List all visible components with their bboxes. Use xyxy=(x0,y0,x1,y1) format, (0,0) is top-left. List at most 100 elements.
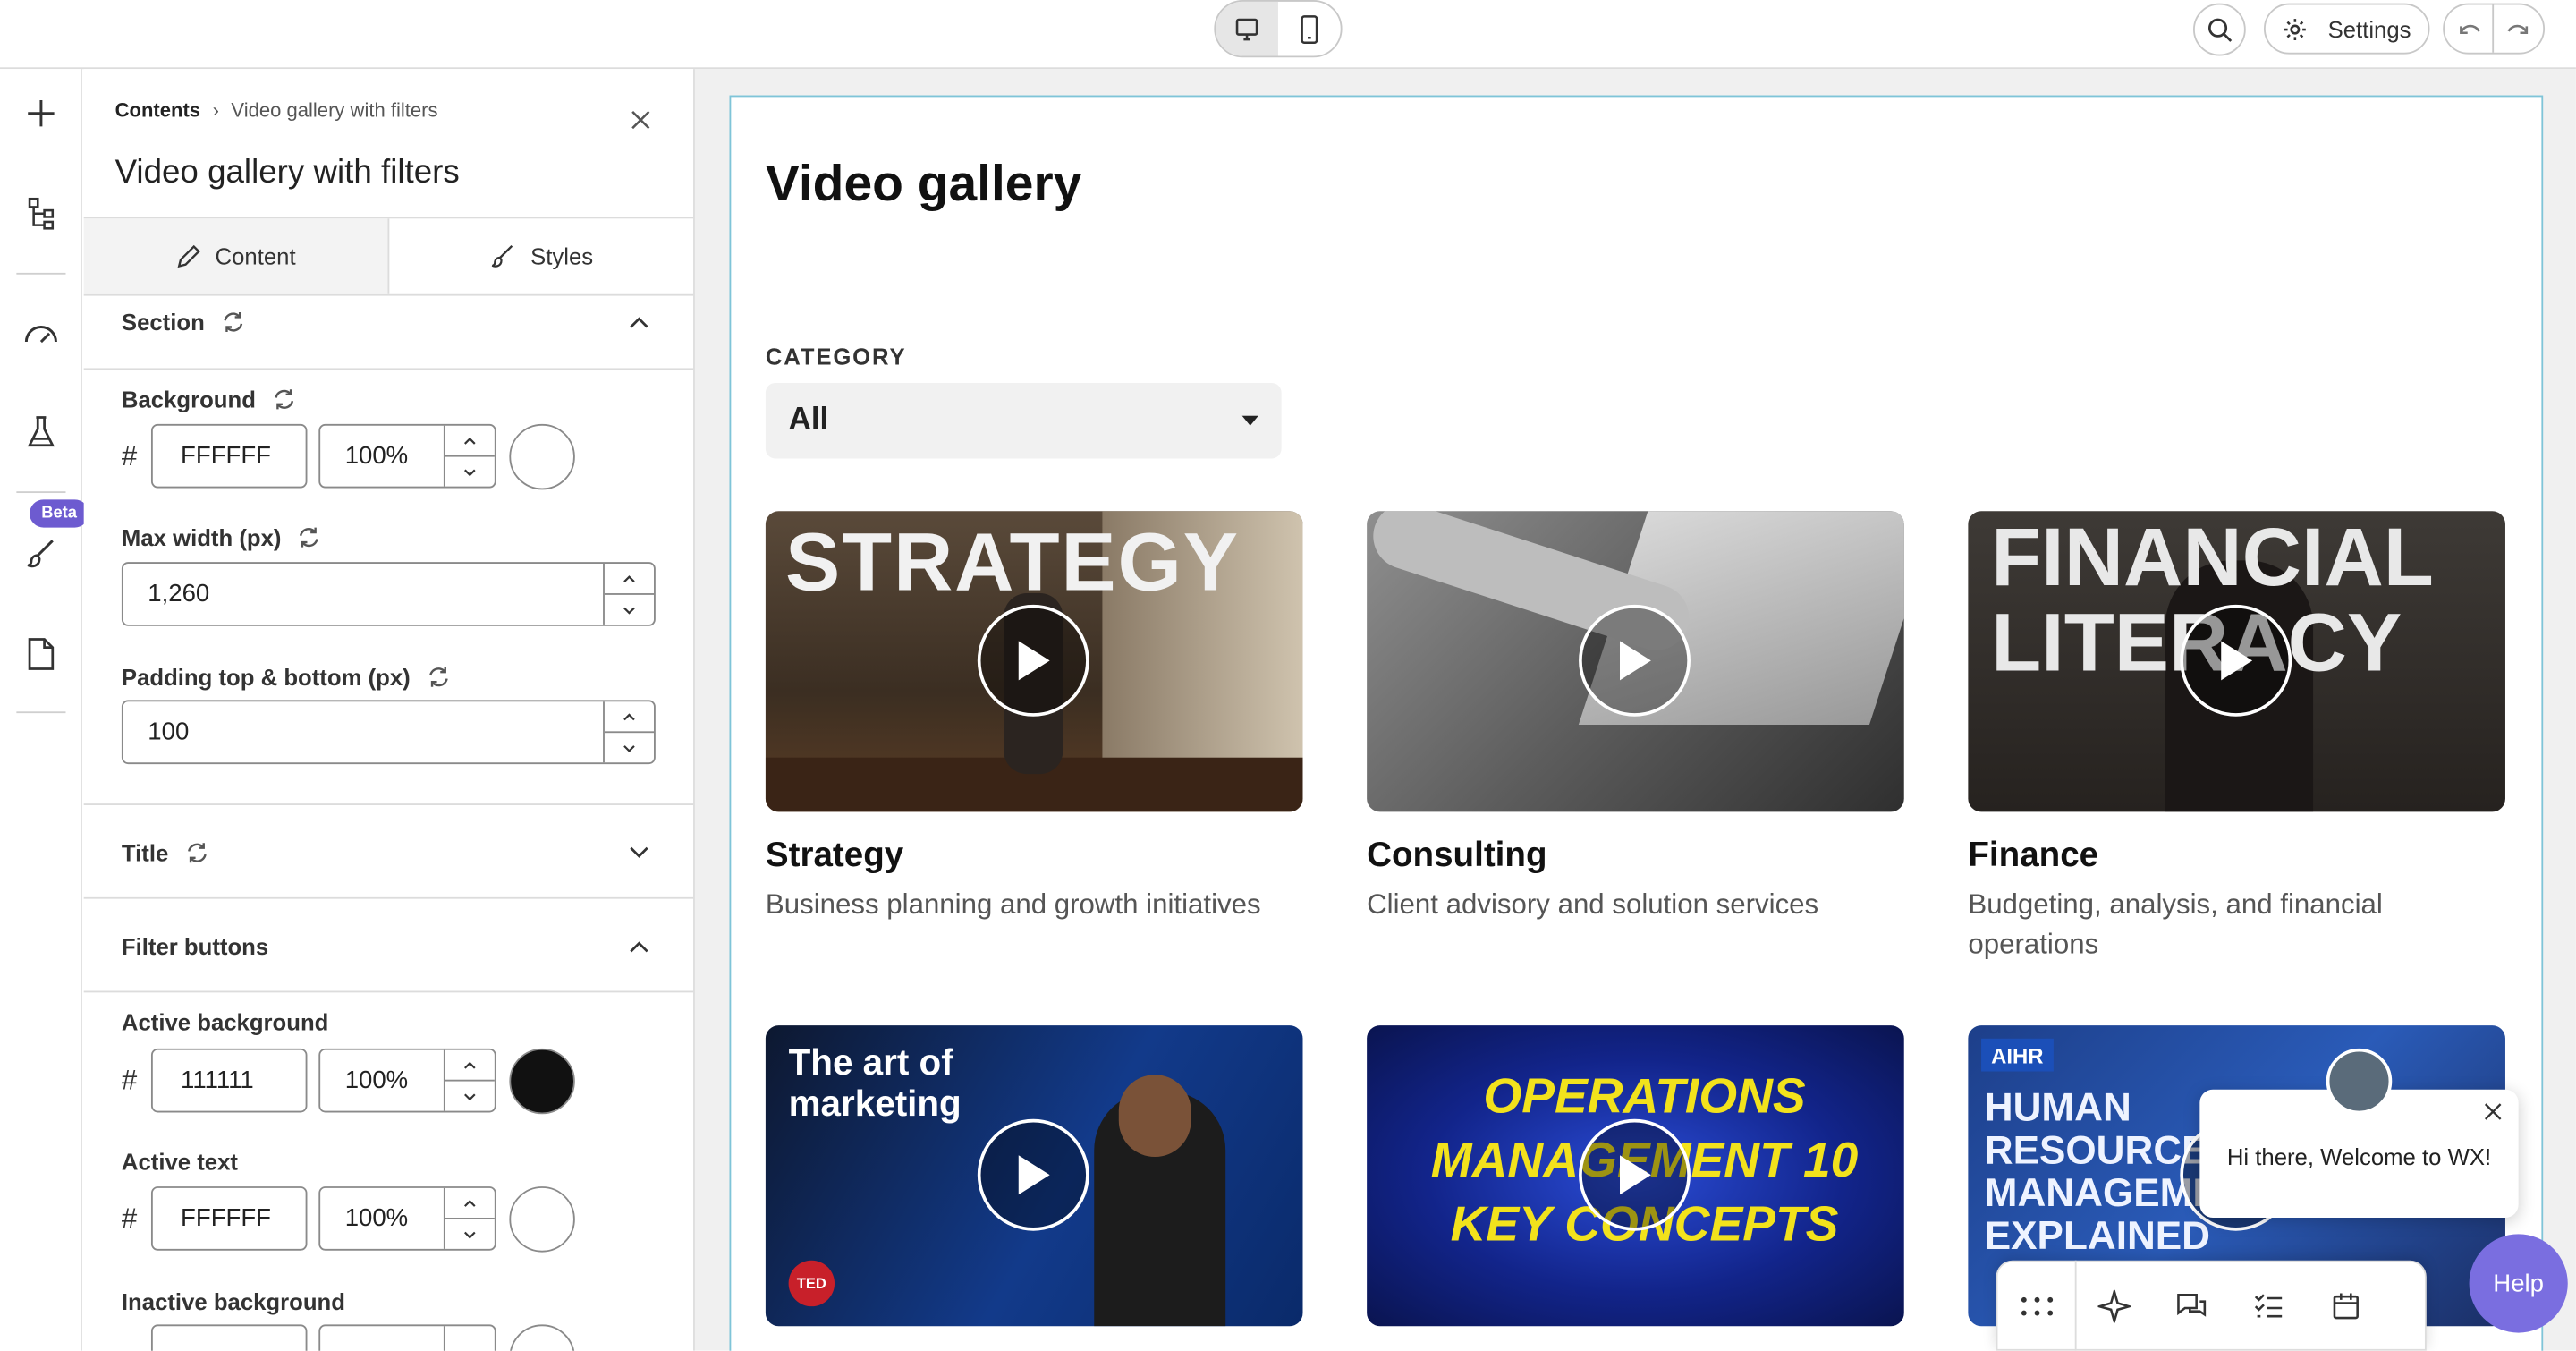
category-select[interactable]: All xyxy=(765,382,1282,459)
background-hex-input[interactable]: FFFFFF xyxy=(150,423,308,489)
background-opacity-input[interactable]: 100% xyxy=(318,423,496,489)
chevron-down-icon xyxy=(464,1230,476,1238)
background-label-row: Background xyxy=(122,387,295,412)
test-button[interactable] xyxy=(21,412,61,452)
structure-button[interactable] xyxy=(21,194,61,234)
search-button[interactable] xyxy=(2192,3,2246,56)
desktop-view-button[interactable] xyxy=(1216,1,1278,56)
play-button[interactable] xyxy=(2180,604,2292,717)
video-card[interactable]: The art of marketing TED xyxy=(765,1025,1303,1327)
max-width-value[interactable]: 1,260 xyxy=(123,563,605,625)
video-thumbnail[interactable]: OPERATIONS MANAGEMENT 10 KEY CONCEPTS xyxy=(1367,1025,1904,1327)
background-opacity-value[interactable]: 100% xyxy=(320,425,445,487)
stepper-up[interactable] xyxy=(604,564,655,595)
play-button[interactable] xyxy=(1579,604,1690,717)
active-text-label: Active text xyxy=(121,1148,238,1176)
tab-content[interactable]: Content xyxy=(83,218,390,294)
background-color-swatch[interactable] xyxy=(509,423,575,490)
stepper-up[interactable] xyxy=(445,426,495,457)
toolbar-tasks-button[interactable] xyxy=(2229,1261,2306,1351)
inactive-background-hex-input[interactable] xyxy=(150,1324,308,1351)
close-chat-bubble-button[interactable] xyxy=(2484,1102,2502,1120)
stepper-down[interactable] xyxy=(445,1082,495,1111)
padding-label-row: Padding top & bottom (px) xyxy=(122,664,450,690)
mobile-view-button[interactable] xyxy=(1278,2,1341,56)
active-background-opacity-value[interactable]: 100% xyxy=(320,1049,445,1111)
brush-tool-button[interactable] xyxy=(21,534,61,574)
reset-icon[interactable] xyxy=(221,310,244,334)
title-group-header[interactable]: Title xyxy=(122,840,208,866)
help-button[interactable]: Help xyxy=(2469,1234,2568,1333)
video-thumbnail[interactable] xyxy=(1367,511,1904,812)
toolbar-calendar-button[interactable] xyxy=(2307,1261,2384,1351)
section-group-header[interactable]: Section xyxy=(122,309,244,336)
panel-tabs: Content Styles xyxy=(83,217,694,296)
video-card-description: Budgeting, analysis, and financial opera… xyxy=(1968,888,2383,960)
brush-icon xyxy=(27,540,54,568)
padding-input[interactable]: 100 xyxy=(121,700,656,765)
stepper-up[interactable] xyxy=(445,1188,495,1219)
active-text-color-swatch[interactable] xyxy=(509,1186,575,1253)
stepper-down[interactable] xyxy=(605,733,654,762)
toolbar-chat-button[interactable] xyxy=(2152,1261,2229,1351)
padding-stepper[interactable] xyxy=(604,701,655,762)
stepper-down[interactable] xyxy=(445,457,495,487)
max-width-stepper[interactable] xyxy=(604,564,655,625)
settings-button[interactable]: Settings xyxy=(2263,3,2430,55)
padding-value[interactable]: 100 xyxy=(123,701,605,763)
active-background-opacity-input[interactable]: 100% xyxy=(318,1048,496,1113)
opacity-stepper[interactable] xyxy=(445,426,495,487)
video-card[interactable]: Consulting Client advisory and solution … xyxy=(1367,511,1904,925)
desktop-icon xyxy=(1235,17,1258,40)
opacity-stepper[interactable] xyxy=(445,1188,495,1249)
chevron-down-icon xyxy=(623,744,635,752)
reset-icon[interactable] xyxy=(272,387,295,411)
performance-button[interactable] xyxy=(21,314,61,353)
video-thumbnail[interactable]: The art of marketing TED xyxy=(765,1025,1303,1327)
active-text-opacity-input[interactable]: 100% xyxy=(318,1186,496,1251)
video-card[interactable]: FINANCIAL LITERACY Finance Budgeting, an… xyxy=(1968,511,2505,964)
inactive-background-opacity-input[interactable] xyxy=(318,1324,496,1351)
chevron-up-icon[interactable] xyxy=(629,316,648,329)
close-panel-button[interactable] xyxy=(631,110,650,130)
chevron-up-icon[interactable] xyxy=(629,940,648,954)
toolbar-ai-button[interactable] xyxy=(2074,1260,2152,1351)
video-card[interactable]: STRATEGY Strategy Business planning and … xyxy=(765,511,1303,925)
help-label: Help xyxy=(2493,1269,2544,1298)
hash-prefix: # xyxy=(121,1065,138,1097)
reset-icon[interactable] xyxy=(427,666,450,689)
play-button[interactable] xyxy=(977,604,1089,717)
redo-icon xyxy=(2507,23,2529,34)
pages-button[interactable] xyxy=(21,634,61,674)
max-width-input[interactable]: 1,260 xyxy=(121,562,656,626)
video-thumbnail[interactable]: STRATEGY xyxy=(765,511,1303,812)
inactive-background-color-swatch[interactable] xyxy=(509,1324,575,1351)
reset-icon[interactable] xyxy=(185,841,208,864)
search-icon xyxy=(2207,18,2233,42)
play-button[interactable] xyxy=(977,1118,1089,1231)
opacity-stepper[interactable] xyxy=(445,1050,495,1111)
stepper-down[interactable] xyxy=(445,1219,495,1249)
tab-styles[interactable]: Styles xyxy=(389,218,693,293)
breadcrumb-root[interactable]: Contents xyxy=(115,98,201,122)
stepper-up[interactable] xyxy=(445,1050,495,1082)
toolbar-apps-button[interactable] xyxy=(1997,1261,2074,1351)
active-text-opacity-value[interactable]: 100% xyxy=(320,1187,445,1249)
breadcrumb: Contents › Video gallery with filters xyxy=(115,98,438,122)
stepper-down[interactable] xyxy=(605,595,654,625)
play-button[interactable] xyxy=(1579,1118,1690,1231)
undo-button[interactable] xyxy=(2445,4,2495,53)
add-button[interactable] xyxy=(21,94,61,133)
redo-button[interactable] xyxy=(2494,5,2543,53)
video-thumbnail[interactable]: FINANCIAL LITERACY xyxy=(1968,511,2505,812)
chevron-down-icon[interactable] xyxy=(629,846,648,860)
grid-dots-icon xyxy=(2020,1296,2053,1315)
active-text-hex-input[interactable]: FFFFFF xyxy=(150,1186,308,1251)
active-background-color-swatch[interactable] xyxy=(509,1048,575,1115)
filter-buttons-group-header[interactable]: Filter buttons xyxy=(122,933,268,959)
stepper-up[interactable] xyxy=(604,701,655,734)
active-background-hex-input[interactable]: 111111 xyxy=(150,1048,308,1113)
reset-icon[interactable] xyxy=(298,526,321,549)
video-card[interactable]: OPERATIONS MANAGEMENT 10 KEY CONCEPTS xyxy=(1367,1025,1904,1327)
play-icon xyxy=(1018,641,1050,681)
